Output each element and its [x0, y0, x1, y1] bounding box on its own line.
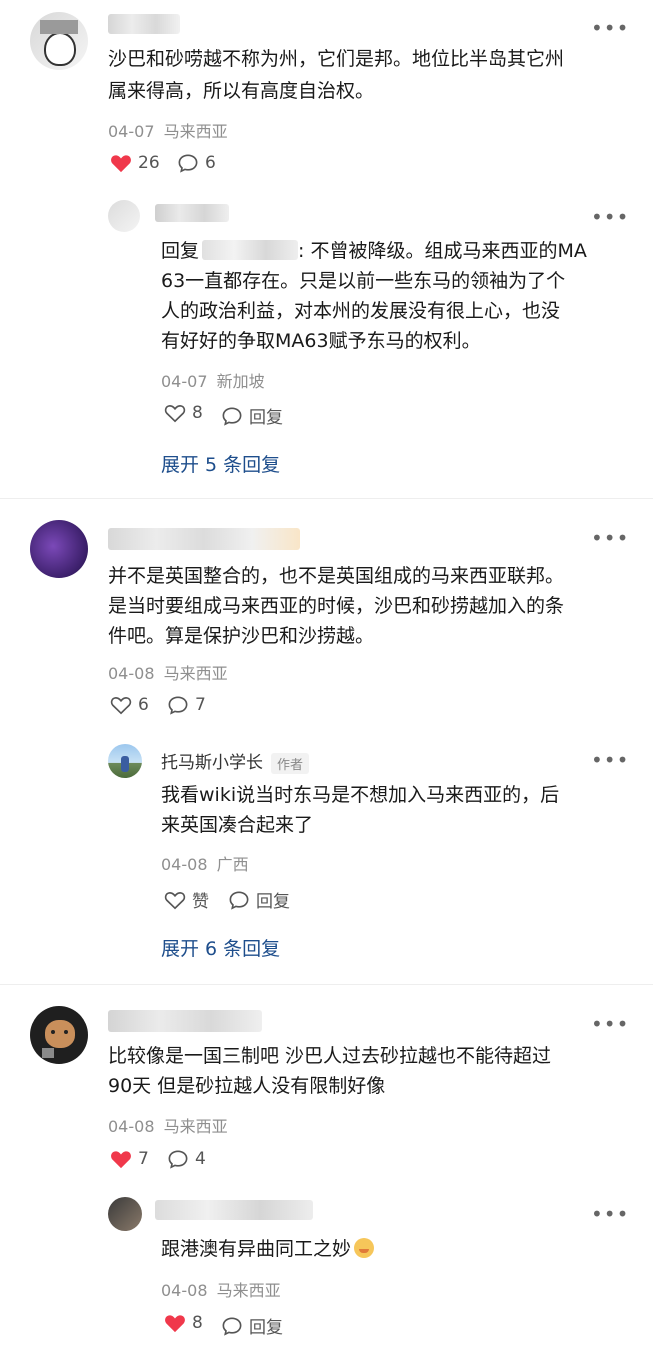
reply-text-line: 人的政治利益，对本州的发展没有很上心，也没 — [161, 300, 561, 322]
comment-text-line: 比较像是一国三制吧 沙巴人过去砂拉越也不能待超过 — [108, 1045, 552, 1067]
like-count: 7 — [138, 1149, 149, 1169]
like-button[interactable]: 26 — [110, 153, 160, 173]
like-label: 赞 — [192, 892, 209, 912]
mention-blurred — [202, 240, 299, 260]
date: 04-07 — [108, 122, 155, 141]
reply-count: 7 — [195, 695, 206, 715]
reply-label: 回复 — [249, 408, 283, 428]
date: 04-08 — [161, 855, 208, 874]
more-dots-icon[interactable]: ••• — [591, 18, 629, 38]
like-count: 8 — [192, 1313, 203, 1333]
reply-button[interactable]: 回复 — [228, 887, 290, 912]
like-button[interactable]: 赞 — [164, 887, 209, 912]
expand-replies-button[interactable]: 展开 6 条回复 — [161, 934, 280, 961]
reply-label: 回复 — [256, 892, 290, 912]
comment-bubble-icon — [222, 406, 242, 426]
comment-meta: 04-08 马来西亚 — [108, 660, 228, 684]
comment-text-line: 90天 但是砂拉越人没有限制好像 — [108, 1075, 386, 1097]
divider — [0, 984, 653, 985]
comment-meta: 04-07 马来西亚 — [108, 118, 228, 142]
heart-icon — [164, 405, 186, 423]
date: 04-08 — [108, 664, 155, 683]
like-button[interactable]: 7 — [110, 1149, 149, 1169]
more-dots-icon[interactable]: ••• — [591, 750, 629, 770]
like-count: 6 — [138, 695, 149, 715]
comment-bubble-icon — [229, 890, 249, 910]
more-dots-icon[interactable]: ••• — [591, 207, 629, 227]
username-blurred[interactable] — [155, 1200, 313, 1220]
date: 04-08 — [161, 1281, 208, 1300]
comment-text-line: 件吧。算是保护沙巴和沙捞越。 — [108, 625, 375, 647]
author-badge: 作者 — [271, 752, 310, 774]
comment-text-line: 并不是英国整合的，也不是英国组成的马来西亚联邦。 — [108, 565, 565, 587]
author-name[interactable]: 托马斯小学长 作者 — [161, 748, 310, 774]
reply-text-line: 回复: 不曾被降级。组成马来西亚的MA — [161, 240, 587, 262]
reply-button[interactable]: 7 — [167, 695, 206, 715]
location: 马来西亚 — [216, 1281, 281, 1300]
divider — [0, 498, 653, 499]
username-blurred[interactable] — [108, 528, 300, 550]
comment-text-line: 沙巴和砂唠越不称为州，它们是邦。地位比半岛其它州 — [108, 48, 565, 70]
like-button[interactable]: 8 — [164, 1313, 203, 1333]
username-blurred[interactable] — [108, 1010, 262, 1032]
location: 马来西亚 — [163, 122, 228, 141]
grin-emoji-icon — [354, 1238, 375, 1258]
reply-meta: 04-08 马来西亚 — [161, 1277, 281, 1301]
avatar[interactable] — [30, 1006, 88, 1064]
avatar[interactable] — [108, 1197, 142, 1231]
reply-button[interactable]: 回复 — [221, 1313, 283, 1338]
more-dots-icon[interactable]: ••• — [591, 1014, 629, 1034]
date: 04-08 — [108, 1117, 155, 1136]
username-blurred[interactable] — [108, 14, 180, 34]
reply-text-line: 跟港澳有异曲同工之妙 — [161, 1234, 375, 1264]
like-count: 26 — [138, 153, 160, 173]
reply-text-line: 有好好的争取MA63赋予东马的权利。 — [161, 330, 481, 352]
reply-button[interactable]: 回复 — [221, 403, 283, 428]
reply-count: 4 — [195, 1149, 206, 1169]
comment-meta: 04-08 马来西亚 — [108, 1113, 228, 1137]
reply-text-line: 我看wiki说当时东马是不想加入马来西亚的，后 — [161, 784, 560, 806]
heart-icon — [111, 155, 131, 173]
more-dots-icon[interactable]: ••• — [591, 1204, 629, 1224]
reply-text-line: 来英国凑合起来了 — [161, 814, 314, 836]
comment-text-line: 是当时要组成马来西亚的时候，沙巴和砂捞越加入的条 — [108, 595, 565, 617]
avatar[interactable] — [30, 520, 88, 578]
expand-replies-button[interactable]: 展开 5 条回复 — [161, 450, 280, 477]
more-dots-icon[interactable]: ••• — [591, 528, 629, 548]
reply-label: 回复 — [249, 1318, 283, 1338]
location: 马来西亚 — [163, 664, 228, 683]
date: 04-07 — [161, 372, 208, 391]
location: 广西 — [216, 855, 249, 874]
username-blurred[interactable] — [155, 204, 229, 222]
reply-meta: 04-08 广西 — [161, 851, 249, 875]
comment-bubble-icon — [168, 696, 188, 715]
comment-bubble-icon — [222, 1316, 242, 1336]
reply-count: 6 — [205, 153, 216, 173]
heart-icon — [165, 1315, 185, 1333]
avatar[interactable] — [30, 12, 88, 70]
heart-icon — [164, 891, 186, 909]
comment-bubble-icon — [178, 154, 198, 173]
like-count: 8 — [192, 403, 203, 423]
location: 新加坡 — [216, 372, 265, 391]
like-button[interactable]: 8 — [164, 403, 203, 423]
reply-text-line: 63一直都存在。只是以前一些东马的领袖为了个 — [161, 270, 566, 292]
avatar[interactable] — [108, 744, 142, 778]
comment-bubble-icon — [168, 1150, 188, 1169]
heart-icon — [111, 1151, 131, 1169]
reply-meta: 04-07 新加坡 — [161, 368, 265, 392]
avatar[interactable] — [108, 200, 140, 232]
heart-icon — [110, 697, 132, 715]
comment-text-line: 属来得高，所以有高度自治权。 — [108, 80, 375, 102]
reply-button[interactable]: 6 — [177, 153, 216, 173]
reply-button[interactable]: 4 — [167, 1149, 206, 1169]
like-button[interactable]: 6 — [110, 695, 149, 715]
location: 马来西亚 — [163, 1117, 228, 1136]
